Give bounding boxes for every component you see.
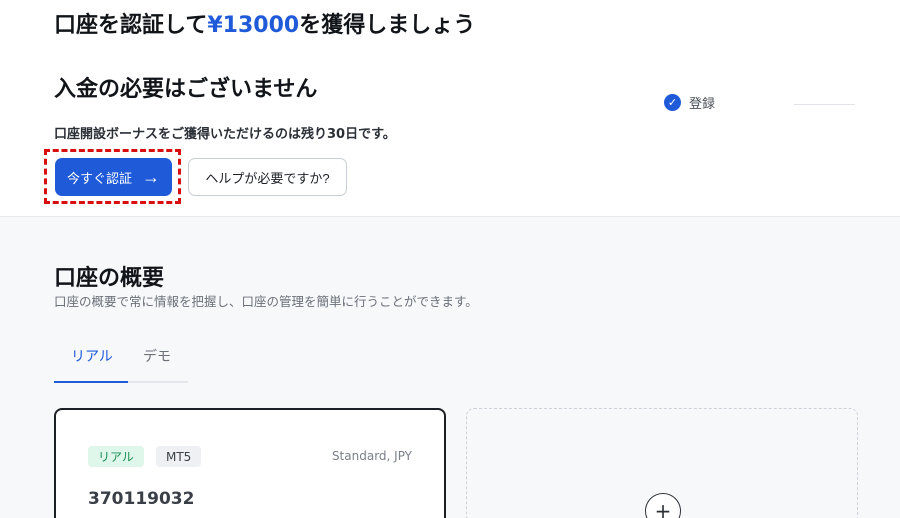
help-button[interactable]: ヘルプが必要ですか? [188, 158, 347, 196]
add-account-card[interactable]: + [466, 408, 858, 518]
verification-headline: 口座を認証して¥13000を獲得しましょう [54, 12, 486, 40]
active-tab-indicator [54, 381, 128, 383]
headline-prefix: 口座を認証して [54, 13, 208, 38]
verify-now-button[interactable]: 今すぐ認証 → [55, 158, 172, 196]
verification-banner: 口座を認証して¥13000を獲得しましょう 入金の必要はございません 口座開設ボ… [0, 0, 900, 217]
tab-demo[interactable]: デモ [143, 346, 171, 366]
account-overview-section: 口座の概要 口座の概要で常に情報を把握し、口座の管理を簡単に行うことができます。… [0, 217, 900, 518]
registration-step-label: 登録 [689, 97, 716, 112]
section-description: 口座の概要で常に情報を把握し、口座の管理を簡単に行うことができます。 [54, 294, 478, 309]
account-number: 370119032 [88, 489, 195, 509]
registration-step: ✓ 登録 [664, 93, 715, 112]
arrow-right-icon: → [142, 167, 160, 187]
account-card[interactable]: リアル MT5 Standard, JPY 370119032 [54, 408, 446, 518]
bonus-amount: ¥13000 [207, 13, 300, 38]
account-type: Standard, JPY [331, 449, 412, 463]
step-connector [794, 104, 855, 105]
platform-badge: MT5 [156, 446, 202, 467]
bonus-remaining-text: 口座開設ボーナスをご獲得いただけるのは残り30日です。 [54, 127, 396, 142]
headline-suffix: を獲得しましょう [299, 13, 476, 38]
section-title: 口座の概要 [54, 266, 165, 291]
verify-now-label: 今すぐ認証 [66, 170, 132, 186]
no-deposit-headline: 入金の必要はございません [54, 77, 318, 102]
account-tabs: リアル デモ [54, 335, 188, 383]
tab-real[interactable]: リアル [71, 346, 113, 366]
plus-icon[interactable]: + [645, 493, 681, 518]
real-account-badge: リアル [88, 446, 144, 467]
check-circle-icon: ✓ [664, 94, 681, 111]
